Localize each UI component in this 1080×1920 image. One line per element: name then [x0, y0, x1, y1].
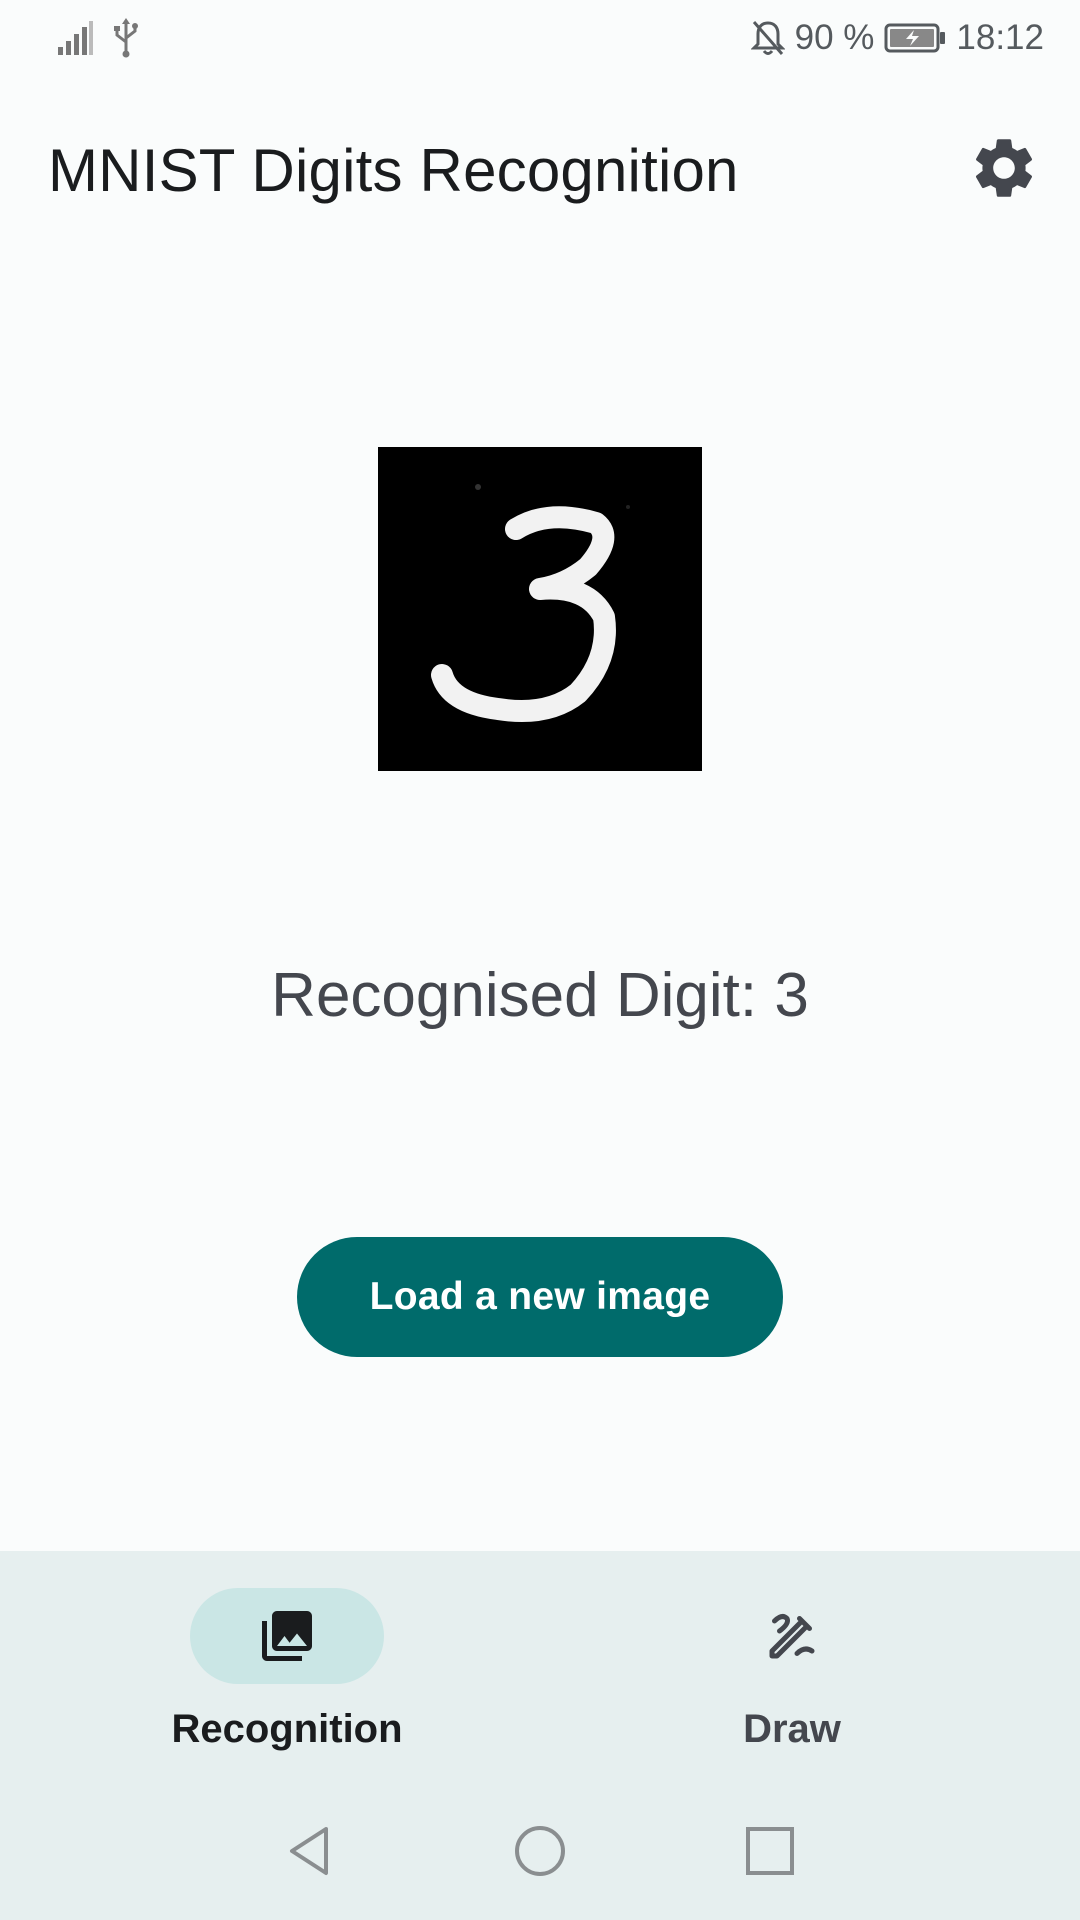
status-right: 90 % 18:12 [750, 14, 1044, 62]
battery-text: 90 % [794, 18, 875, 57]
system-navigation-bar [0, 1781, 1080, 1920]
home-button[interactable] [510, 1821, 570, 1881]
settings-button[interactable] [968, 132, 1040, 204]
recents-button[interactable] [740, 1821, 800, 1881]
nav-item-draw[interactable]: Draw [592, 1551, 992, 1781]
home-icon [510, 1826, 570, 1885]
back-button[interactable] [280, 1821, 340, 1881]
draw-icon [762, 1606, 822, 1666]
bottom-navigation: Recognition Draw [0, 1551, 1080, 1781]
app-title: MNIST Digits Recognition [48, 137, 739, 204]
load-image-button[interactable]: Load a new image [297, 1237, 783, 1357]
clock: 18:12 [956, 18, 1044, 57]
digit-image [378, 447, 702, 771]
nav-label-draw: Draw [743, 1707, 841, 1751]
recents-icon [740, 1827, 800, 1885]
back-icon [280, 1827, 340, 1885]
battery-charging-icon [884, 22, 946, 54]
recognised-digit-label: Recognised Digit: 3 [271, 961, 809, 1030]
gear-icon [968, 139, 1040, 208]
usb-icon [112, 18, 140, 58]
status-bar: 90 % 18:12 [0, 0, 1080, 76]
notifications-off-icon [750, 19, 785, 57]
photo-library-icon [257, 1606, 317, 1666]
status-left [56, 14, 140, 62]
app-bar: MNIST Digits Recognition [0, 100, 1080, 240]
nav-item-recognition[interactable]: Recognition [87, 1551, 487, 1781]
nav-label-recognition: Recognition [171, 1707, 403, 1751]
signal-icon [56, 21, 94, 55]
